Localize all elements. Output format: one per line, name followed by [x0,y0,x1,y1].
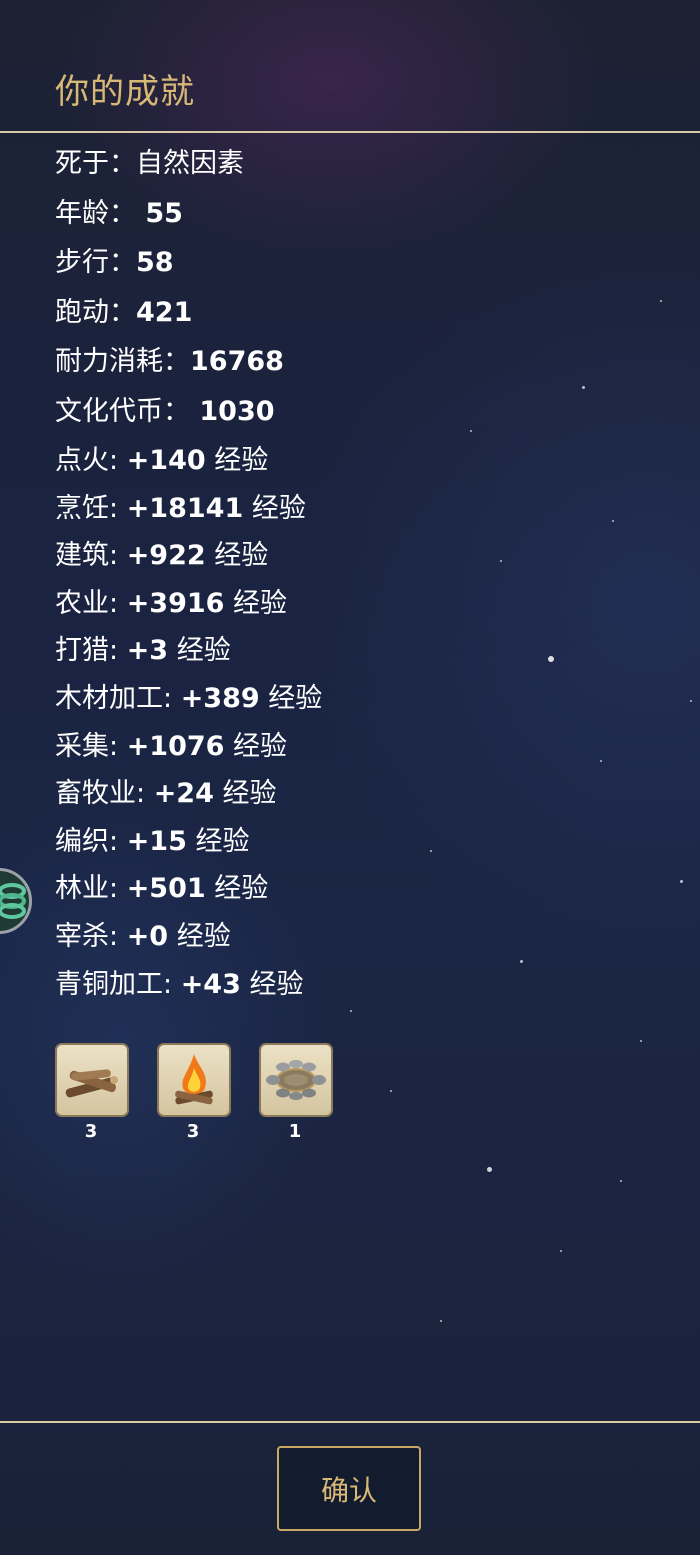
skill-unit: 经验 [168,920,231,952]
stat-label: 跑动： [55,296,136,328]
skill-forestry: 林业: +501 经验 [55,869,322,917]
item-slot[interactable] [157,1043,231,1117]
stat-value: 自然因素 [136,148,244,179]
stat-value: 55 [136,197,183,229]
skill-butchering: 宰杀: +0 经验 [55,917,322,965]
skill-gathering: 采集: +1076 经验 [55,727,322,775]
skill-xp: +389 [180,682,260,714]
skill-label: 建筑: [55,540,127,572]
stat-label: 文化代币： [55,395,190,427]
skill-xp: +18141 [126,492,244,524]
stat-value: 16768 [190,346,284,377]
skill-unit: 经验 [259,682,323,714]
skill-xp: +43 [180,968,241,1000]
skill-xp: +922 [126,540,206,572]
reward-items: 3 3 1 [55,1043,361,1142]
skill-label: 畜牧业: [55,778,154,810]
skill-animal-husbandry: 畜牧业: +24 经验 [55,774,322,822]
skill-label: 青铜加工: [55,968,181,1000]
side-tab-badge[interactable] [0,868,32,934]
skill-unit: 经验 [213,778,277,810]
confirm-button[interactable]: 确认 [277,1446,421,1531]
skill-cooking: 烹饪: +18141 经验 [55,489,322,537]
skill-xp: +3916 [126,587,225,619]
skill-xp: +501 [126,873,206,905]
stat-age: 年龄： 55 [55,194,322,244]
page-title: 你的成就 [55,72,195,112]
skill-unit: 经验 [205,873,269,905]
stat-value: 421 [136,296,193,328]
skill-label: 打猎: [55,635,127,667]
item-count: 1 [288,1121,302,1142]
stat-ran: 跑动：421 [55,293,322,343]
stat-label: 年龄： [55,197,136,229]
skill-unit: 经验 [224,730,288,762]
skill-xp: +140 [126,445,206,476]
skill-xp: +0 [126,920,169,952]
skill-farming: 农业: +3916 经验 [55,584,322,632]
stat-label: 死于： [55,148,136,179]
item-count: 3 [186,1121,200,1142]
firewood-icon [65,1069,118,1098]
reward-item[interactable]: 3 [157,1043,231,1142]
reward-item[interactable]: 1 [259,1043,333,1142]
skill-hunting: 打猎: +3 经验 [55,631,322,679]
skill-xp: +3 [126,635,169,667]
skill-label: 编织: [55,825,127,857]
skill-xp: +24 [153,778,214,810]
skill-label: 点火: [55,445,127,476]
skill-label: 农业: [55,587,127,619]
stat-stamina-used: 耐力消耗：16768 [55,342,322,392]
skill-unit: 经验 [205,540,269,572]
stat-cause-of-death: 死于：自然因素 [55,144,322,194]
skill-weaving: 编织: +15 经验 [55,822,322,870]
header-divider [0,131,700,133]
campfire-icon [175,1054,213,1105]
skill-unit: 经验 [186,825,250,857]
reward-item[interactable]: 3 [55,1043,129,1142]
skill-label: 宰杀: [55,920,127,952]
stat-label: 耐力消耗： [55,346,190,377]
skill-unit: 经验 [243,492,306,524]
item-slot[interactable] [55,1043,129,1117]
achievement-stats: 死于：自然因素 年龄： 55 步行：58 跑动：421 耐力消耗：16768 文… [55,144,322,1012]
skill-unit: 经验 [240,968,304,1000]
skill-unit: 经验 [224,587,288,619]
skill-construction: 建筑: +922 经验 [55,536,322,584]
skill-xp: +15 [126,825,187,857]
stat-value: 58 [136,247,174,278]
skill-fire-making: 点火: +140 经验 [55,441,322,489]
skill-xp: +1076 [126,730,225,762]
footer-divider [0,1421,700,1423]
skill-label: 采集: [55,730,127,762]
skill-woodworking: 木材加工: +389 经验 [55,679,322,727]
stat-walked: 步行：58 [55,243,322,293]
stat-value: 1030 [190,395,275,427]
rope-coil-icon [0,883,26,919]
stat-label: 步行： [55,247,136,278]
skill-label: 林业: [55,873,127,905]
skill-unit: 经验 [168,635,231,667]
skill-bronze-working: 青铜加工: +43 经验 [55,965,322,1013]
item-slot[interactable] [259,1043,333,1117]
skill-label: 木材加工: [55,682,181,714]
stone-fire-pit-icon [266,1060,326,1100]
skill-label: 烹饪: [55,492,127,524]
stat-culture-tokens: 文化代币： 1030 [55,392,322,442]
item-count: 3 [84,1121,98,1142]
skill-unit: 经验 [205,445,269,476]
